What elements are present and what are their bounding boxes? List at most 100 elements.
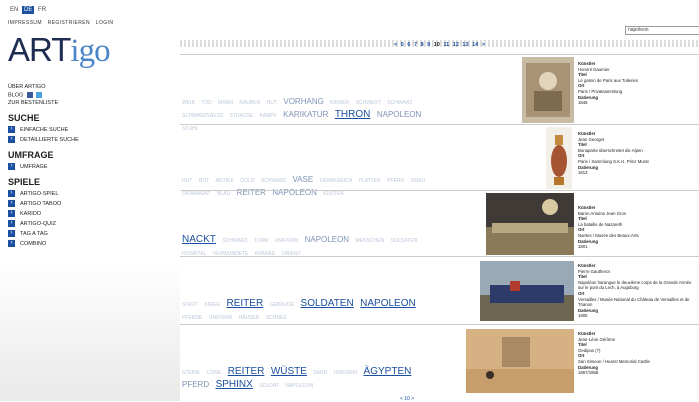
tag[interactable]: GOLD [240, 178, 254, 184]
tag[interactable]: KRIEG [204, 302, 220, 308]
tag[interactable]: MENSCHEN [356, 238, 385, 244]
tag[interactable]: NAPOLEON [360, 298, 416, 309]
login-link[interactable]: LOGIN [96, 20, 114, 26]
current-page[interactable]: 10 [434, 42, 440, 48]
tag[interactable]: KINDER [330, 100, 349, 106]
tag[interactable]: SCHWERT [356, 100, 381, 106]
artwork-thumbnail[interactable] [486, 193, 574, 255]
tag[interactable]: SOLDATEN [391, 238, 418, 244]
next-page[interactable]: > [411, 396, 414, 402]
tag[interactable]: ANTIKE [216, 178, 234, 184]
tag[interactable]: SPHINX [216, 379, 253, 390]
sidebar-item-karido[interactable]: › KARIDO [8, 210, 168, 218]
tag[interactable]: STEINE [182, 370, 200, 376]
tag[interactable]: VASE [292, 175, 313, 184]
facebook-icon[interactable] [26, 92, 33, 98]
tag[interactable]: STRASSE [230, 113, 253, 119]
lang-fr[interactable]: FR [36, 6, 48, 14]
tag[interactable]: ÄGYPTEN [364, 366, 412, 377]
tag[interactable]: REITER [227, 298, 264, 309]
sidebar-item-umfrage[interactable]: › UMFRAGE [8, 163, 168, 171]
tag[interactable]: KARIKATUR [283, 110, 328, 119]
tag[interactable]: PFERD [387, 178, 404, 184]
tag[interactable]: FRANKREICH [320, 178, 353, 184]
tag[interactable]: GEBÄUDE [270, 302, 294, 308]
page-link[interactable]: 8 [421, 42, 424, 48]
tag[interactable]: VORHANG [283, 97, 323, 106]
ort-value: Versailles / Musée National du Château d… [578, 296, 690, 308]
registrieren-link[interactable]: REGISTRIEREN [48, 20, 90, 26]
result-row: STADT KRIEG REITER GEBÄUDE SOLDATEN NAPO… [180, 256, 699, 325]
twitter-icon[interactable] [36, 92, 43, 98]
tag[interactable]: STADT [182, 302, 198, 308]
artigo-logo[interactable]: ARTigo [8, 33, 111, 68]
tag[interactable]: SCHWARZ [261, 178, 286, 184]
lang-de[interactable]: DE [22, 6, 35, 14]
tag[interactable]: THRON [335, 109, 371, 120]
lang-en[interactable]: EN [8, 6, 20, 14]
bestenliste-link[interactable]: ZUR BESTENLISTE [8, 100, 168, 106]
arrow-icon: › [8, 220, 15, 228]
sidebar-item-artigo-quiz[interactable]: › ARTIGO-QUIZ [8, 220, 168, 228]
tag[interactable]: NAPOLEON [377, 110, 421, 119]
tag[interactable]: SCHWARZWEISS [182, 113, 223, 119]
tag[interactable]: HUT [182, 178, 192, 184]
tag[interactable]: SCHNEE [266, 315, 287, 321]
tag[interactable]: TOD [201, 100, 211, 106]
page-link[interactable]: 7 [414, 42, 417, 48]
page-link[interactable]: 13 [462, 42, 468, 48]
tag[interactable]: SOLDAT [259, 383, 279, 389]
prev-page[interactable]: < [400, 396, 403, 402]
tag[interactable]: KAMPF [259, 113, 276, 119]
sidebar-item-artigo-spiel[interactable]: › ARTIGO-SPIEL [8, 190, 168, 198]
tag[interactable]: LÖWE [207, 370, 222, 376]
tag[interactable]: SAND [313, 370, 327, 376]
spiele-heading: SPIELE [8, 177, 41, 188]
page-link[interactable]: 6 [407, 42, 410, 48]
artwork-thumbnail[interactable] [522, 57, 574, 123]
next-page[interactable]: > [482, 42, 485, 48]
pagination: < 5 6 7 8 9 10 11 12 13 14 > [180, 42, 699, 48]
tag[interactable]: RAUBER [239, 100, 260, 106]
tag[interactable]: WÜSTE [271, 366, 307, 377]
impressum-link[interactable]: IMPRESSUM [8, 20, 42, 26]
tag[interactable]: REITER [228, 366, 265, 377]
current-page[interactable]: 10 [404, 396, 410, 402]
tag[interactable]: PFERD [182, 380, 209, 389]
search-input[interactable] [625, 26, 699, 35]
tag[interactable]: NAPOLEON [285, 383, 313, 389]
tag[interactable]: NACKT [182, 234, 216, 245]
tag[interactable]: ROT [199, 178, 210, 184]
page-link[interactable]: 11 [443, 42, 449, 48]
prev-page[interactable]: < [394, 42, 397, 48]
page-link[interactable]: 14 [472, 42, 478, 48]
artwork-thumbnail[interactable] [466, 329, 574, 393]
artwork-thumbnail[interactable] [480, 261, 574, 321]
sidebar-item-einfache-suche[interactable]: › EINFACHE SUCHE [8, 126, 168, 134]
artwork-thumbnail[interactable] [546, 127, 572, 189]
tag[interactable]: MANN [218, 100, 233, 106]
tag[interactable]: TURM [254, 238, 268, 244]
page-link[interactable]: 9 [427, 42, 430, 48]
page-link[interactable]: 12 [453, 42, 459, 48]
tag[interactable]: GRAU [411, 178, 425, 184]
tag[interactable]: WEIB [182, 100, 195, 106]
ueber-link[interactable]: ÜBER ARTIGO [8, 84, 168, 90]
tag[interactable]: PLATTER [359, 178, 381, 184]
sidebar-item-detaillierte-suche[interactable]: › DETAILLIERTE SUCHE [8, 136, 168, 144]
page-link[interactable]: 5 [401, 42, 404, 48]
tag[interactable]: UNIFORM [334, 370, 357, 376]
tag[interactable]: HUT [267, 100, 277, 106]
tag[interactable]: NAPOLEON [305, 235, 349, 244]
tag[interactable]: SOLDATEN [301, 298, 354, 309]
blog-link[interactable]: BLOG [8, 92, 23, 98]
tag[interactable]: SCHWARZ [222, 238, 247, 244]
tag[interactable]: UNIFORM [209, 315, 232, 321]
sidebar-item-tag-a-tag[interactable]: › TAG A TAG [8, 230, 168, 238]
sidebar-item-artigo-taboo[interactable]: › ARTIGO TABOO [8, 200, 168, 208]
tag[interactable]: PFERDE [182, 315, 202, 321]
sidebar-item-combino[interactable]: › COMBINO [8, 240, 168, 248]
tag[interactable]: UNIFORM [275, 238, 298, 244]
tag[interactable]: HÄUSER [239, 315, 260, 321]
tag[interactable]: SCHWARZ [387, 100, 412, 106]
